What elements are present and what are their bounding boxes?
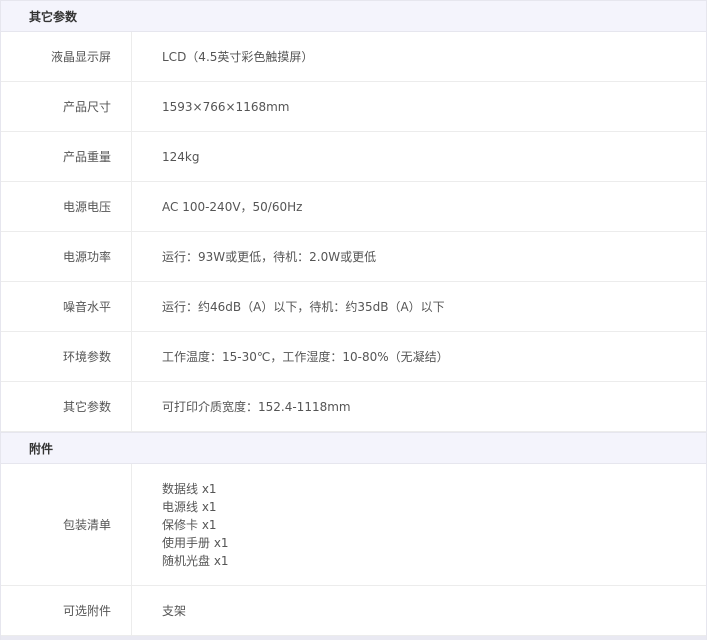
spec-table: 其它参数 液晶显示屏 LCD（4.5英寸彩色触摸屏） 产品尺寸 1593×766…: [0, 0, 707, 640]
row-value: 124kg: [162, 149, 200, 164]
table-row: 产品重量 124kg: [1, 132, 706, 182]
row-value: 可打印介质宽度：152.4-1118mm: [162, 400, 351, 414]
table-row: 包装清单 数据线 x1 电源线 x1 保修卡 x1 使用手册 x1 随机光盘 x…: [1, 464, 706, 586]
list-item: 随机光盘 x1: [162, 553, 229, 568]
row-value: 工作温度：15-30℃，工作湿度：10-80%（无凝结）: [162, 350, 449, 364]
row-value: 运行：93W或更低，待机：2.0W或更低: [162, 250, 377, 264]
row-label: 包装清单: [1, 464, 132, 585]
row-label: 电源电压: [1, 182, 132, 231]
table-row: 噪音水平 运行：约46dB（A）以下，待机：约35dB（A）以下: [1, 282, 706, 332]
table-bottom-border: [1, 636, 706, 640]
row-value: 1593×766×1168mm: [162, 99, 290, 114]
row-value: 支架: [162, 604, 187, 618]
row-label: 产品尺寸: [1, 82, 132, 131]
list-item: 数据线 x1: [162, 481, 217, 496]
table-row: 产品尺寸 1593×766×1168mm: [1, 82, 706, 132]
row-label: 产品重量: [1, 132, 132, 181]
table-row: 可选附件 支架: [1, 586, 706, 636]
row-label: 环境参数: [1, 332, 132, 381]
row-label: 可选附件: [1, 586, 132, 635]
row-value: LCD（4.5英寸彩色触摸屏）: [162, 50, 314, 64]
list-item: 电源线 x1: [162, 499, 217, 514]
table-row: 其它参数 可打印介质宽度：152.4-1118mm: [1, 382, 706, 432]
row-value-list: 数据线 x1 电源线 x1 保修卡 x1 使用手册 x1 随机光盘 x1: [132, 464, 706, 585]
table-row: 电源功率 运行：93W或更低，待机：2.0W或更低: [1, 232, 706, 282]
row-label: 电源功率: [1, 232, 132, 281]
table-row: 环境参数 工作温度：15-30℃，工作湿度：10-80%（无凝结）: [1, 332, 706, 382]
row-label: 噪音水平: [1, 282, 132, 331]
section-header-accessories: 附件: [1, 432, 706, 464]
table-row: 电源电压 AC 100-240V，50/60Hz: [1, 182, 706, 232]
row-value: 运行：约46dB（A）以下，待机：约35dB（A）以下: [162, 300, 445, 314]
table-row: 液晶显示屏 LCD（4.5英寸彩色触摸屏）: [1, 32, 706, 82]
section-header-other-params: 其它参数: [1, 0, 706, 32]
list-item: 使用手册 x1: [162, 535, 229, 550]
row-value: AC 100-240V，50/60Hz: [162, 200, 303, 214]
list-item: 保修卡 x1: [162, 517, 217, 532]
row-label: 液晶显示屏: [1, 32, 132, 81]
row-label: 其它参数: [1, 382, 132, 431]
